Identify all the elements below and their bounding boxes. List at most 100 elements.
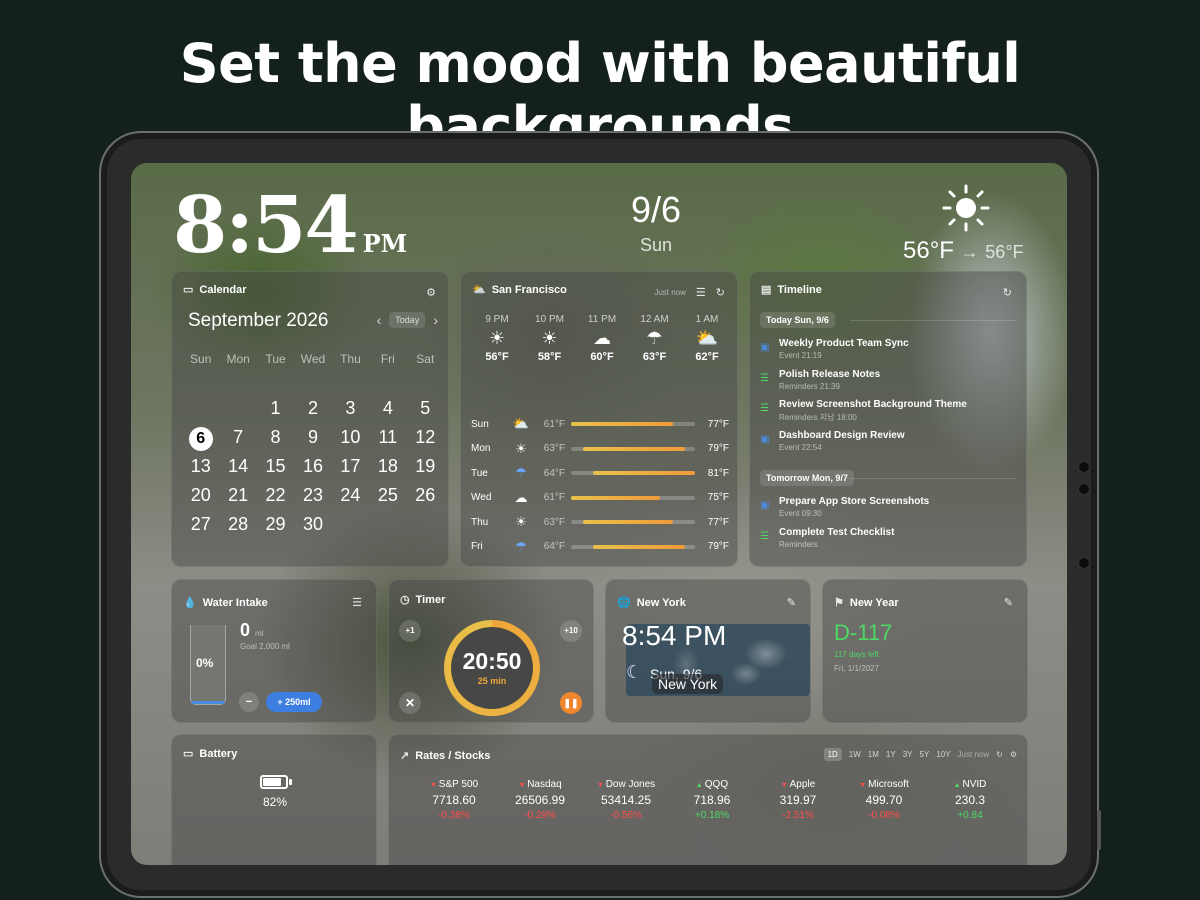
edit-icon[interactable]: ✎ [1004, 596, 1013, 609]
calendar-day[interactable]: 13 [182, 452, 219, 481]
sliders-icon[interactable]: ☰ [352, 596, 362, 609]
stock-item[interactable]: ▼ Dow Jones 53414.25 -0.56% [583, 779, 669, 821]
stock-item[interactable]: ▲ NVID 230.3 +0.84 [927, 779, 1013, 821]
calendar-day[interactable]: 11 [369, 423, 406, 452]
calendar-day[interactable]: 28 [219, 510, 256, 539]
stock-price: 230.3 [954, 793, 986, 807]
sliders-icon[interactable]: ☰ [696, 286, 706, 299]
current-temperature: 56°F → 56°F [903, 237, 1024, 264]
calendar-day[interactable]: 1 [257, 394, 294, 423]
add-water-button[interactable]: + 250ml [266, 692, 322, 712]
weather-location: San Francisco [491, 283, 567, 296]
pause-icon[interactable]: ❚❚ [560, 692, 582, 714]
range-tab-1w[interactable]: 1W [849, 750, 861, 759]
stock-name-label: Apple [789, 779, 816, 790]
calendar-day[interactable]: 25 [369, 481, 406, 510]
range-tab-5y[interactable]: 5Y [920, 750, 930, 759]
chevron-left-icon[interactable]: ‹ [377, 312, 382, 328]
calendar-day[interactable]: 2 [294, 394, 331, 423]
edit-icon[interactable]: ✎ [787, 596, 796, 609]
minus-button[interactable]: − [239, 692, 259, 712]
hour-time: 11 PM [587, 314, 617, 325]
stock-item[interactable]: ▼ Apple 319.97 -2.51% [755, 779, 841, 821]
calendar-day[interactable]: 7 [219, 423, 256, 452]
calendar-day[interactable]: 17 [332, 452, 369, 481]
weather-widget[interactable]: ⛅ San Francisco Just now ☰ ↻ 9 PM ☀ 56°F 10 … [460, 271, 738, 567]
card-title: Rates / Stocks [415, 749, 491, 762]
refresh-icon[interactable]: ↻ [996, 750, 1003, 759]
stock-price: 26506.99 [514, 793, 566, 807]
range-tab-1y[interactable]: 1Y [886, 750, 896, 759]
calendar-day[interactable]: 15 [257, 452, 294, 481]
daily-forecast: Sun ⛅ 61°F 77°F Mon ☀ 63°F 79°F Tue ☂ 64°F 81°F Wed ☁… [471, 412, 731, 559]
partly-cloudy-icon: ⛅ [695, 328, 719, 348]
calendar-day[interactable]: 23 [294, 481, 331, 510]
calendar-day[interactable]: 18 [369, 452, 406, 481]
range-tab-3y[interactable]: 3Y [903, 750, 913, 759]
calendar-day[interactable]: 21 [219, 481, 256, 510]
gear-icon[interactable]: ⚙ [1010, 750, 1017, 759]
temp-range-fill [583, 446, 686, 451]
world-clock-widget[interactable]: 🌐New York ✎ 8:54 PM ☾ Sun, 9/6 New York [605, 579, 811, 723]
rain-cloud-icon: ☂ [515, 538, 527, 554]
calendar-day[interactable]: 27 [182, 510, 219, 539]
stocks-widget[interactable]: ↗ Rates / Stocks 1D 1W 1M 1Y 3Y 5Y 10Y Just now ↻… [388, 734, 1028, 865]
hourly-item: 1 AM ⛅ 62°F [687, 314, 727, 363]
stock-name-label: NVID [962, 779, 987, 790]
range-tab-1d[interactable]: 1D [823, 748, 842, 761]
stock-name: ▼ Nasdaq [497, 779, 583, 790]
calendar-day[interactable]: 14 [219, 452, 256, 481]
refresh-icon[interactable]: ↻ [1003, 286, 1012, 299]
calendar-day[interactable]: 16 [294, 452, 331, 481]
calendar-day[interactable]: 8 [257, 423, 294, 452]
calendar-day[interactable]: 26 [407, 481, 444, 510]
calendar-day[interactable]: 4 [369, 394, 406, 423]
stock-item[interactable]: ▼ S&P 500 7718.60 -0.38% [411, 779, 497, 821]
calendar-month: September 2026 [188, 310, 329, 331]
calendar-day[interactable]: 12 [407, 423, 444, 452]
range-tab-10y[interactable]: 10Y [936, 750, 950, 759]
event-icon: ▣ [760, 433, 770, 445]
plus-one-button[interactable]: +1 [399, 620, 421, 642]
hourly-item: 12 AM ☂ 63°F [635, 314, 675, 363]
calendar-day[interactable]: 10 [332, 423, 369, 452]
calendar-day[interactable]: 24 [332, 481, 369, 510]
battery-widget[interactable]: ▭ Battery 82% [171, 734, 377, 865]
calendar-empty [332, 510, 369, 539]
water-intake-widget[interactable]: 💧 Water Intake ☰ 0% 0 ml Goal 2,000 ml − … [171, 579, 377, 723]
stock-change: -2.51% [782, 810, 814, 821]
timeline-item-title: Prepare App Store Screenshots [779, 496, 930, 507]
close-icon[interactable]: ✕ [399, 692, 421, 714]
triangle-down-icon: ▼ [596, 782, 606, 789]
chart-icon: ↗ [400, 750, 410, 762]
timer-widget[interactable]: ◷ Timer +1 +10 20:50 25 min ✕ ❚❚ [388, 579, 594, 723]
calendar-widget[interactable]: ▭ Calendar ⚙ September 2026 ‹ Today › Sun… [171, 271, 449, 567]
calendar-day[interactable]: 19 [407, 452, 444, 481]
gear-icon[interactable]: ⚙ [426, 286, 436, 299]
timeline-widget[interactable]: ▤ Timeline ↻ Today Sun, 9/6 ▣ Weekly Produc… [749, 271, 1027, 567]
stock-name-label: Microsoft [868, 779, 909, 790]
calendar-day[interactable]: 22 [257, 481, 294, 510]
stock-price: 319.97 [779, 793, 817, 807]
plus-ten-button[interactable]: +10 [560, 620, 582, 642]
calendar-day[interactable]: 9 [294, 423, 331, 452]
calendar-day[interactable]: 20 [182, 481, 219, 510]
chevron-right-icon[interactable]: › [433, 312, 438, 328]
calendar-day[interactable]: 5 [407, 394, 444, 423]
calendar-day[interactable]: 30 [294, 510, 331, 539]
calendar-day[interactable]: 3 [332, 394, 369, 423]
today-button[interactable]: Today [389, 312, 426, 328]
card-title: Calendar [199, 283, 247, 296]
calendar-empty [182, 394, 219, 423]
temp-range-bar [571, 520, 695, 525]
calendar-day[interactable]: 29 [257, 510, 294, 539]
calendar-day[interactable]: 6 [182, 423, 219, 452]
range-tab-1m[interactable]: 1M [868, 750, 879, 759]
countdown-widget[interactable]: ⚑ New Year ✎ D-117 117 days left Fri, 1/1… [822, 579, 1028, 723]
stock-item[interactable]: ▲ QQQ 718.96 +0.18% [669, 779, 755, 821]
stock-item[interactable]: ▼ Microsoft 499.70 -0.08% [841, 779, 927, 821]
stock-item[interactable]: ▼ Nasdaq 26506.99 -0.29% [497, 779, 583, 821]
refresh-icon[interactable]: ↻ [716, 286, 725, 299]
sun-icon: ☀ [541, 328, 558, 348]
world-time: 8:54 PM [622, 620, 727, 651]
